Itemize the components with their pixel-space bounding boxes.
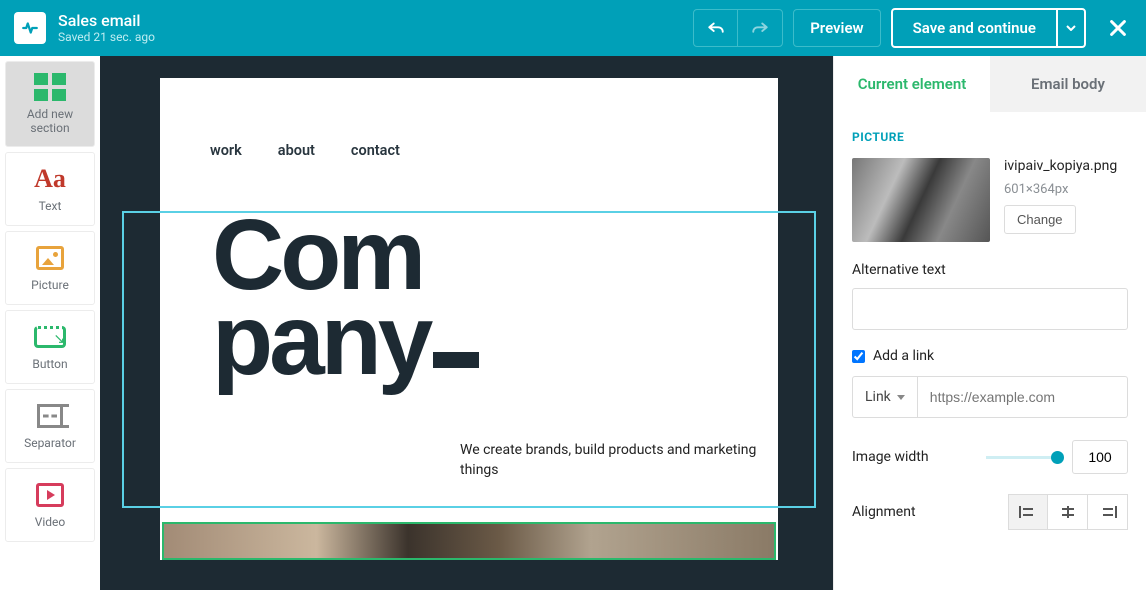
app-logo (14, 12, 46, 44)
button-icon (34, 326, 66, 348)
image-width-slider[interactable] (986, 456, 1062, 459)
grid-icon (34, 73, 66, 101)
undo-button[interactable] (694, 10, 738, 46)
image-filename: ivipaiv_kopiya.png (1004, 158, 1117, 174)
sidebar-item-label: Separator (24, 436, 76, 450)
align-center-icon (1059, 505, 1077, 519)
align-right-button[interactable] (1088, 494, 1128, 530)
tab-email-body[interactable]: Email body (990, 56, 1146, 112)
sidebar-item-label: Button (32, 357, 67, 371)
align-right-icon (1099, 505, 1117, 519)
add-link-checkbox[interactable] (852, 350, 865, 363)
panel-section-title: PICTURE (852, 130, 1128, 144)
redo-button[interactable] (738, 10, 782, 46)
image-dimensions: 601×364px (1004, 182, 1117, 197)
image-width-input[interactable] (1072, 440, 1128, 474)
picture-icon (36, 246, 64, 270)
change-image-button[interactable]: Change (1004, 205, 1076, 234)
align-left-button[interactable] (1008, 494, 1048, 530)
email-nav: work about contact (160, 78, 778, 211)
preview-button[interactable]: Preview (793, 9, 880, 47)
video-icon (36, 483, 64, 507)
sidebar-item-picture[interactable]: Picture (5, 231, 95, 305)
save-continue-button[interactable]: Save and continue (893, 10, 1058, 46)
properties-panel: Current element Email body PICTURE ivipa… (833, 56, 1146, 590)
sidebar-item-label: Add new section (6, 107, 94, 136)
nav-link[interactable]: contact (351, 142, 400, 159)
add-link-label: Add a link (873, 348, 934, 364)
alt-text-input[interactable] (852, 288, 1128, 330)
element-sidebar: Add new section Aa Text Picture Button S… (0, 56, 100, 590)
sidebar-item-label: Picture (31, 278, 69, 292)
text-icon: Aa (34, 164, 66, 194)
image-thumbnail (852, 158, 990, 242)
sidebar-item-video[interactable]: Video (5, 468, 95, 542)
sidebar-item-label: Text (39, 199, 62, 213)
close-button[interactable] (1104, 14, 1132, 42)
link-url-input[interactable] (918, 376, 1128, 418)
image-section-selected[interactable] (162, 522, 776, 560)
link-type-dropdown[interactable]: Link (852, 376, 918, 418)
sidebar-item-add-section[interactable]: Add new section (5, 61, 95, 147)
hero-section-selected[interactable]: Com pany We create brands, build product… (122, 211, 816, 508)
alignment-label: Alignment (852, 504, 1008, 520)
tab-current-element[interactable]: Current element (834, 56, 990, 112)
align-center-button[interactable] (1048, 494, 1088, 530)
save-status: Saved 21 sec. ago (58, 31, 155, 44)
separator-icon (37, 404, 63, 428)
email-canvas[interactable]: work about contact Com pany We create br… (100, 56, 833, 590)
hero-tagline: We create brands, build products and mar… (162, 383, 776, 506)
sidebar-item-separator[interactable]: Separator (5, 389, 95, 463)
sidebar-item-button[interactable]: Button (5, 310, 95, 384)
save-dropdown-button[interactable] (1058, 10, 1084, 46)
sidebar-item-text[interactable]: Aa Text (5, 152, 95, 226)
nav-link[interactable]: about (278, 142, 315, 159)
document-title: Sales email (58, 12, 155, 30)
align-left-icon (1019, 505, 1037, 519)
hero-heading: Com pany (162, 213, 776, 383)
alt-text-label: Alternative text (852, 262, 1128, 278)
image-width-label: Image width (852, 449, 986, 465)
hero-line2: pany (212, 284, 429, 396)
sidebar-item-label: Video (35, 515, 66, 529)
nav-link[interactable]: work (210, 142, 242, 159)
